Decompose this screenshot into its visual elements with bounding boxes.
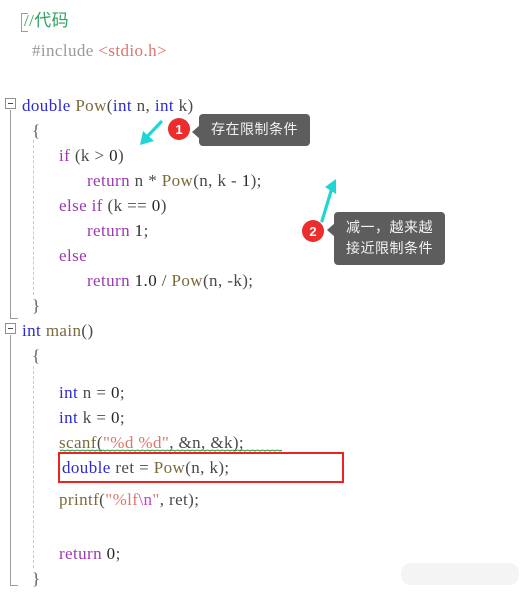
code-line[interactable]: #include <stdio.h> — [32, 42, 167, 59]
code-line[interactable]: { — [32, 347, 41, 364]
code-editor-screenshot: //代码 #include <stdio.h> double Pow(int n, … — [0, 0, 522, 592]
gutter-fold-end-main — [10, 585, 18, 586]
code-token: ) — [118, 146, 125, 165]
gutter-bracket-comment — [21, 13, 22, 32]
code-token: Pow — [75, 96, 107, 115]
code-line[interactable]: int n = 0; — [59, 384, 125, 401]
code-token: double — [22, 96, 71, 115]
code-token: int — [112, 96, 132, 115]
code-line[interactable]: } — [32, 297, 41, 314]
gutter-fold-end-pow — [10, 318, 18, 319]
code-token: int — [22, 321, 42, 340]
fold-toggle-pow-function[interactable] — [5, 98, 16, 109]
code-token: "%lf — [105, 490, 139, 509]
gutter-fold-line-pow — [10, 110, 11, 319]
code-token: else — [59, 246, 88, 265]
code-token: { — [32, 121, 41, 140]
code-line[interactable]: return 1; — [87, 222, 149, 239]
gutter-bracket-bottom-comment — [21, 31, 28, 32]
code-token: 0 — [111, 383, 120, 402]
code-token: () — [81, 321, 94, 340]
code-token: int — [59, 383, 79, 402]
code-token: } — [32, 296, 41, 315]
code-token: > — [94, 146, 105, 165]
red-squiggly-underline-parameter — [148, 110, 188, 113]
code-token: 0 — [106, 544, 116, 563]
code-token: #include — [32, 41, 99, 60]
code-token: printf — [59, 490, 100, 509]
code-line[interactable]: return 0; — [59, 545, 121, 562]
code-token: return — [87, 221, 130, 240]
code-line[interactable]: else if (k == 0) — [59, 197, 167, 214]
code-token: 1.0 — [134, 271, 158, 290]
code-token: ) — [160, 196, 167, 215]
annotation-tooltip: 减一，越来越 接近限制条件 — [327, 212, 445, 265]
code-token: Pow — [161, 171, 194, 190]
code-token: } — [32, 569, 41, 588]
code-token: ; — [143, 221, 149, 240]
red-highlight-box — [58, 452, 344, 483]
code-token: ; — [119, 408, 126, 427]
code-line[interactable]: return n * Pow(n, k - 1); — [87, 172, 262, 189]
code-token: return — [87, 171, 130, 190]
annotation-tooltip: 存在限制条件 — [192, 114, 310, 146]
code-token: ; — [115, 544, 121, 563]
code-token: { — [32, 346, 41, 365]
code-token: <stdio.h> — [98, 41, 167, 60]
annotation-number-badge: 2 — [302, 220, 324, 242]
code-token: 1 — [241, 171, 251, 190]
code-token: main — [45, 321, 82, 340]
code-token: 1 — [134, 221, 144, 240]
gutter-fold-line-main — [10, 335, 11, 586]
code-token: k = — [78, 408, 111, 427]
code-line[interactable]: return 1.0 / Pow(n, -k); — [87, 272, 253, 289]
code-line[interactable]: printf("%lf\n", ret); — [59, 491, 199, 508]
code-token: (k — [70, 146, 95, 165]
code-line[interactable]: int k = 0; — [59, 409, 125, 426]
code-line[interactable]: //代码 — [24, 12, 69, 29]
code-token: return — [59, 544, 102, 563]
code-token: " — [152, 490, 160, 509]
code-token: \n — [138, 490, 153, 509]
code-token: //代码 — [24, 11, 70, 30]
code-token: k); — [233, 271, 254, 290]
code-token: int — [59, 408, 79, 427]
code-token: Pow — [171, 271, 203, 290]
code-token: (k — [102, 196, 128, 215]
code-token: n * — [130, 171, 162, 190]
code-token: 0 — [111, 408, 120, 427]
code-token: (n, — [202, 271, 228, 290]
code-token: ; — [119, 383, 126, 402]
indent-guide-pow-body — [33, 140, 34, 295]
code-token: return — [87, 271, 130, 290]
indent-guide-main-body — [33, 366, 34, 568]
annotation-number-badge: 1 — [168, 118, 190, 140]
code-token: / — [157, 271, 172, 290]
code-token: n = — [78, 383, 111, 402]
code-line[interactable]: if (k > 0) — [59, 147, 124, 164]
code-line[interactable]: else — [59, 247, 87, 264]
code-token: ); — [250, 171, 262, 190]
code-token: else if — [59, 196, 103, 215]
code-token: if — [59, 146, 71, 165]
code-token: 0 — [109, 146, 119, 165]
code-line[interactable]: } — [32, 570, 41, 587]
code-token: (n, k — [193, 171, 231, 190]
watermark — [401, 563, 519, 585]
code-token: 0 — [151, 196, 161, 215]
code-token: , ret); — [159, 490, 200, 509]
fold-toggle-main-function[interactable] — [5, 323, 16, 334]
code-line[interactable]: int main() — [22, 322, 94, 339]
code-token: == — [127, 196, 148, 215]
cyan-pointer-arrow-icon — [134, 120, 164, 153]
code-line[interactable]: { — [32, 122, 41, 139]
